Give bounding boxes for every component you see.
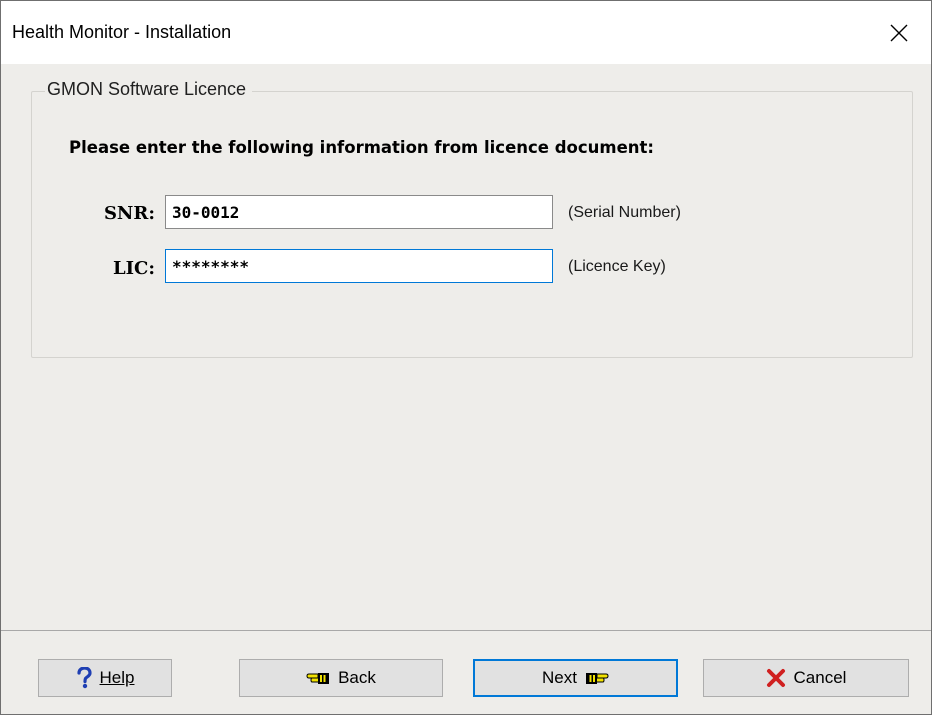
- snr-input[interactable]: [165, 195, 553, 229]
- question-icon: [76, 666, 92, 689]
- help-label: Help: [99, 668, 135, 687]
- help-button[interactable]: Help: [38, 659, 172, 697]
- pointing-hand-right-icon: [585, 670, 609, 686]
- title-bar[interactable]: Health Monitor - Installation: [1, 1, 931, 64]
- red-x-icon: [766, 668, 786, 688]
- groupbox-title: GMON Software Licence: [45, 79, 253, 100]
- installer-window: Health Monitor - Installation GMON Softw…: [0, 0, 932, 715]
- lic-hint: (Licence Key): [568, 258, 666, 275]
- dialog-body: GMON Software Licence Please enter the f…: [1, 64, 931, 630]
- close-icon: [890, 24, 908, 41]
- cancel-label: Cancel: [793, 668, 847, 687]
- button-bar: Help Back Next Cancel: [1, 631, 931, 714]
- lic-label: LIC:: [112, 258, 155, 279]
- window-title: Health Monitor - Installation: [12, 22, 232, 42]
- back-label: Back: [338, 668, 376, 687]
- pointing-hand-left-icon: [306, 670, 330, 686]
- back-button[interactable]: Back: [239, 659, 443, 697]
- instruction-text: Please enter the following information f…: [69, 138, 655, 157]
- cancel-button[interactable]: Cancel: [703, 659, 909, 697]
- next-button[interactable]: Next: [473, 659, 678, 697]
- snr-label: SNR:: [103, 203, 155, 224]
- lic-input[interactable]: [165, 249, 553, 283]
- snr-hint: (Serial Number): [568, 204, 681, 221]
- close-button[interactable]: [867, 1, 931, 64]
- next-label: Next: [542, 668, 577, 687]
